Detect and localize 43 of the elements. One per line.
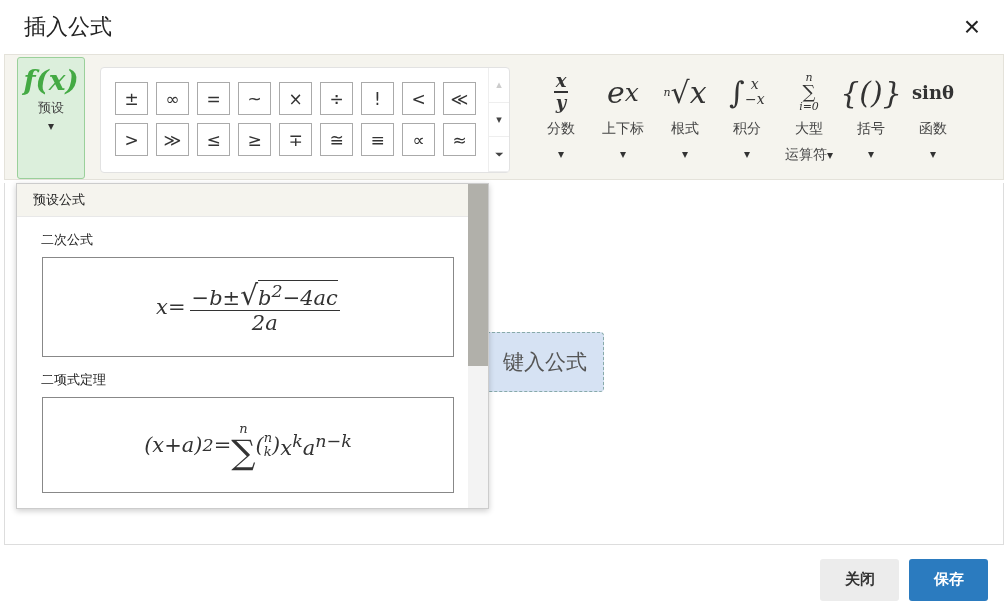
formula-category-button[interactable]: {()} 括号 ▾ [842,69,900,168]
expand-button[interactable]: ⏷ [489,137,509,172]
symbol-key[interactable]: ≥ [238,123,271,156]
sum-icon: n ∑ i=0 [799,69,819,115]
formula-name: 二次公式 [41,231,94,249]
scrollbar-thumb[interactable] [468,184,488,366]
symbol-key[interactable]: ÷ [320,82,353,115]
symbol-key[interactable]: ± [115,82,148,115]
symbol-key[interactable]: ! [361,82,394,115]
close-button[interactable]: 关闭 [820,558,899,601]
save-button[interactable]: 保存 [909,558,988,601]
formula-name: 二项式定理 [41,371,107,389]
scroll-down-button[interactable]: ▾ [489,102,509,138]
symbol-key[interactable]: ≤ [197,123,230,156]
symbol-key[interactable]: ≫ [156,123,189,156]
symbol-key[interactable]: ≈ [443,123,476,156]
symbol-key[interactable]: ≪ [443,82,476,115]
binomial-paren: ( [255,433,264,457]
symbol-key[interactable]: ∓ [279,123,312,156]
formula-category-button[interactable]: x y 分数 ▾ [532,69,590,168]
symbol-key[interactable]: ∞ [156,82,189,115]
formula-category-button[interactable]: n ∑ i=0 大型 运算符▾ [780,69,838,168]
symbol-key[interactable]: > [115,123,148,156]
close-button[interactable]: × [959,11,984,43]
quadratic-formula[interactable]: x= −b±√b$^{2}$−4ac 2a [42,257,454,357]
symbol-icon: sinθ [911,69,955,115]
dropdown-header: 预设公式 [17,184,468,217]
symbol-key[interactable]: ~ [238,82,271,115]
symbol-icon: {()} [840,69,902,115]
radical-sign: √ [240,281,259,310]
preset-button[interactable]: f(x) 预设 ▾ [17,57,85,179]
symbol-key[interactable]: × [279,82,312,115]
root-icon: $^{n}$√x [663,69,707,115]
symbol-key[interactable]: ∝ [402,123,435,156]
dialog-title: 插入公式 [24,13,112,41]
binomial-paren: ) [272,433,281,457]
formula-category-button[interactable]: $^{n}$√x 根式 ▾ [656,69,714,168]
symbol-key[interactable]: ≅ [320,123,353,156]
formula-category-button[interactable]: sinθ 函数 ▾ [904,69,962,168]
symbol-key[interactable]: ≡ [361,123,394,156]
symbol-key[interactable]: = [197,82,230,115]
symbol-key[interactable]: < [402,82,435,115]
formula-placeholder[interactable]: 键入公式 [487,332,604,392]
